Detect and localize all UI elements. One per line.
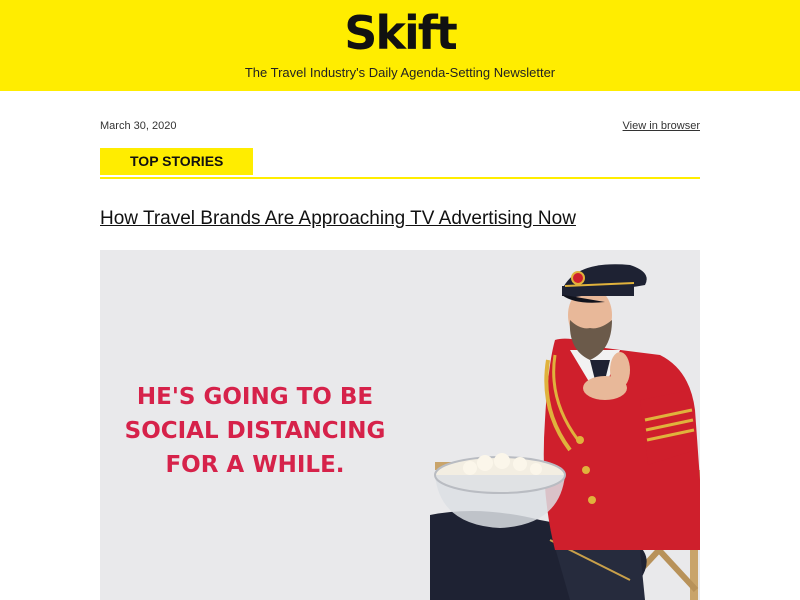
caption-line: FOR A WHILE. (165, 452, 345, 478)
section-label: TOP STORIES (100, 148, 254, 175)
meta-row: March 30, 2020 View in browser (100, 120, 700, 136)
article-headline-link[interactable]: How Travel Brands Are Approaching TV Adv… (100, 208, 700, 230)
section-header: TOP STORIES (100, 148, 700, 179)
tagline: The Travel Industry's Daily Agenda-Setti… (244, 65, 556, 80)
skift-logo[interactable]: Skift (0, 6, 800, 60)
article-hero-image[interactable]: HE'S GOING TO BE SOCIAL DISTANCING FOR A… (100, 250, 700, 600)
issue-date: March 30, 2020 (100, 120, 177, 132)
caption-line: HE'S GOING TO BE (136, 384, 374, 410)
image-caption: HE'S GOING TO BE SOCIAL DISTANCING FOR A… (100, 380, 410, 482)
newsletter-header: Skift The Travel Industry's Daily Agenda… (0, 0, 800, 91)
view-in-browser-link[interactable]: View in browser (623, 120, 700, 132)
logo-text: Skift (344, 6, 457, 60)
caption-line: SOCIAL DISTANCING (124, 418, 386, 444)
